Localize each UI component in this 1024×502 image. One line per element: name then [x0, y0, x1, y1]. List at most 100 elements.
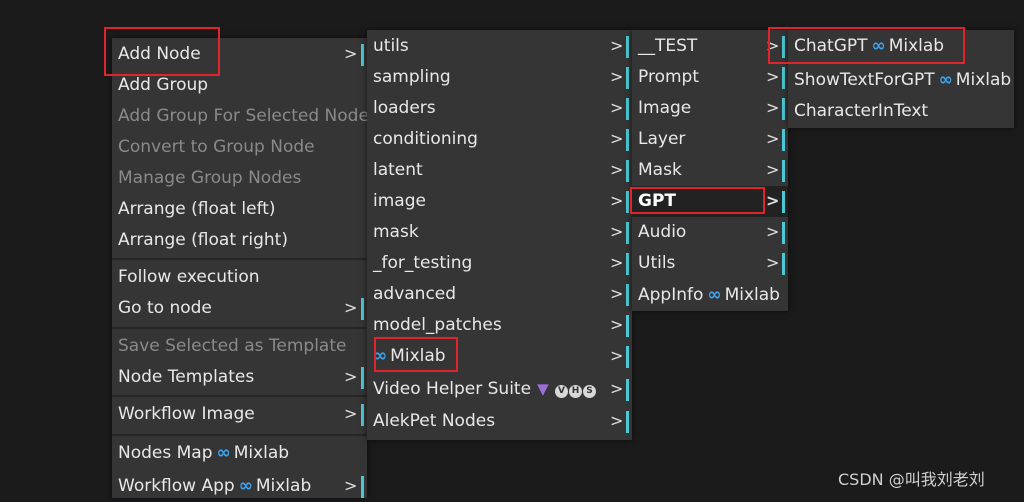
mixlab-item[interactable]: Image > — [632, 93, 788, 124]
menu-item-workflow-app[interactable]: Workflow App ∞ Mixlab > — [112, 471, 367, 502]
watermark: CSDN @叫我刘老刘 — [838, 470, 985, 489]
highlight-chatgpt — [768, 27, 965, 64]
category-item[interactable]: sampling > — [367, 62, 632, 93]
category-label: latent — [373, 160, 423, 180]
mixlab-item[interactable]: __TEST > — [632, 31, 788, 62]
category-label: utils — [373, 36, 409, 56]
category-item[interactable]: latent > — [367, 155, 632, 186]
nodes-map-label: Nodes Map — [118, 443, 213, 463]
mixlab-item[interactable]: Prompt > — [632, 62, 788, 93]
chevron-right-icon: > — [344, 367, 358, 386]
chevron-right-icon: > — [610, 284, 624, 303]
chevron-right-icon: > — [610, 222, 624, 241]
submenu-indicator — [626, 160, 629, 182]
menu-separator — [112, 395, 367, 397]
vhs-badge: V — [555, 385, 569, 398]
submenu-indicator — [361, 367, 364, 389]
mixlab-item-label: Image — [638, 98, 692, 118]
mixlab-tag: Mixlab — [233, 443, 290, 463]
save-template-label: Save Selected as Template — [118, 336, 347, 356]
mixlab-item-label: Utils — [638, 253, 676, 273]
chevron-right-icon: > — [610, 315, 624, 334]
submenu-indicator — [626, 67, 629, 89]
chevron-right-icon: > — [344, 404, 358, 423]
character-label: CharacterInText — [794, 101, 929, 121]
menu-item-arrange-left[interactable]: Arrange (float left) — [112, 194, 367, 225]
follow-execution-label: Follow execution — [118, 267, 260, 287]
chevron-right-icon: > — [766, 160, 780, 179]
appinfo-label: AppInfo — [638, 285, 704, 305]
mixlab-tag: Mixlab — [724, 285, 780, 305]
submenu-indicator — [782, 191, 785, 213]
mixlab-item-label: Mask — [638, 160, 682, 180]
chevron-right-icon: > — [766, 191, 780, 210]
node-templates-label: Node Templates — [118, 367, 255, 387]
menu-item-nodes-map[interactable]: Nodes Map ∞ Mixlab — [112, 438, 367, 469]
mixlab-item-appinfo[interactable]: AppInfo ∞ Mixlab — [632, 280, 788, 311]
menu-separator — [112, 327, 367, 329]
category-item[interactable]: conditioning > — [367, 124, 632, 155]
gpt-item-character[interactable]: CharacterInText — [788, 96, 1014, 127]
category-item[interactable]: image > — [367, 186, 632, 217]
gpt-item-showtext[interactable]: ShowTextForGPT ∞ Mixlab — [788, 65, 1014, 96]
category-submenu: utils > sampling > loaders > conditioning > … — [367, 30, 632, 440]
workflow-image-label: Workflow Image — [118, 404, 255, 424]
mixlab-item[interactable]: Mask > — [632, 155, 788, 186]
chevron-right-icon: > — [610, 191, 624, 210]
category-label: loaders — [373, 98, 436, 118]
category-item[interactable]: loaders > — [367, 93, 632, 124]
context-menu: Add Node > Add Group Add Group For Selec… — [112, 38, 378, 498]
vhs-badge: H — [569, 385, 583, 398]
mixlab-submenu: __TEST > Prompt > Image > Layer > Mask > GPT >… — [632, 30, 788, 311]
chevron-right-icon: > — [610, 98, 624, 117]
highlight-add-node — [104, 27, 220, 76]
submenu-indicator — [626, 379, 629, 401]
mixlab-item-label: __TEST — [638, 36, 698, 56]
menu-item-arrange-right[interactable]: Arrange (float right) — [112, 225, 367, 256]
mixlab-infinity-icon: ∞ — [938, 70, 953, 90]
mixlab-item[interactable]: Layer > — [632, 124, 788, 155]
chevron-right-icon: > — [766, 67, 780, 86]
chevron-right-icon: > — [610, 36, 624, 55]
chevron-right-icon: > — [766, 222, 780, 241]
highlight-gpt — [630, 187, 765, 214]
chevron-right-icon: > — [610, 67, 624, 86]
menu-item-node-templates[interactable]: Node Templates > — [112, 362, 367, 393]
mixlab-infinity-icon: ∞ — [707, 285, 722, 305]
menu-item-follow-execution[interactable]: Follow execution — [112, 262, 367, 293]
highlight-mixlab — [374, 337, 458, 372]
category-item[interactable]: utils > — [367, 31, 632, 62]
chevron-right-icon: > — [344, 298, 358, 317]
mixlab-item-label: Prompt — [638, 67, 699, 87]
submenu-indicator — [782, 253, 785, 275]
category-item-video-helper[interactable]: Video Helper Suite ▼ VHS > — [367, 374, 632, 405]
menu-item-go-to-node[interactable]: Go to node > — [112, 293, 367, 324]
submenu-indicator — [782, 129, 785, 151]
category-item[interactable]: _for_testing > — [367, 248, 632, 279]
mixlab-item[interactable]: Utils > — [632, 248, 788, 279]
submenu-indicator — [626, 284, 629, 306]
vhs-badge: S — [583, 385, 597, 398]
chevron-right-icon: > — [610, 379, 624, 398]
submenu-indicator — [626, 346, 629, 368]
category-item-alekpet[interactable]: AlekPet Nodes > — [367, 406, 632, 437]
submenu-indicator — [361, 298, 364, 320]
add-group-selected-label: Add Group For Selected Nodes — [118, 106, 378, 126]
convert-group-label: Convert to Group Node — [118, 137, 315, 157]
alekpet-label: AlekPet Nodes — [373, 411, 496, 431]
category-label: conditioning — [373, 129, 478, 149]
submenu-indicator — [626, 98, 629, 120]
category-item[interactable]: advanced > — [367, 279, 632, 310]
menu-item-workflow-image[interactable]: Workflow Image > — [112, 399, 367, 430]
showtext-label: ShowTextForGPT — [794, 70, 935, 90]
category-item[interactable]: mask > — [367, 217, 632, 248]
menu-item-save-template: Save Selected as Template — [112, 331, 367, 362]
manage-group-label: Manage Group Nodes — [118, 168, 302, 188]
workflow-app-label: Workflow App — [118, 476, 235, 496]
chevron-right-icon: > — [344, 476, 358, 495]
submenu-indicator — [626, 129, 629, 151]
mixlab-item[interactable]: Audio > — [632, 217, 788, 248]
category-label: sampling — [373, 67, 451, 87]
mixlab-item-label: Layer — [638, 129, 686, 149]
category-label: advanced — [373, 284, 457, 304]
